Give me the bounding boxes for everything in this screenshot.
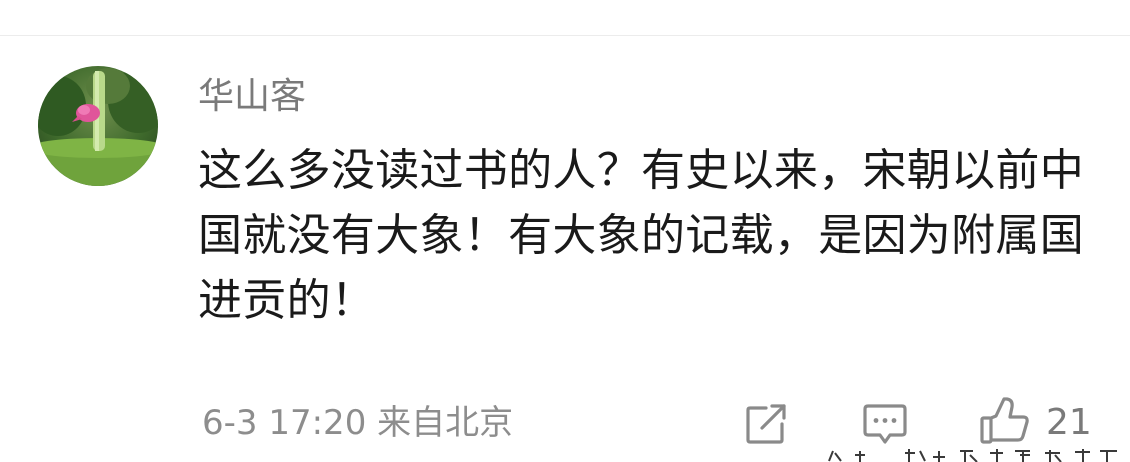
comment-icon	[863, 404, 907, 444]
avatar-image	[38, 66, 158, 186]
like-count: 21	[1046, 402, 1092, 443]
watermark-strokes	[828, 449, 1117, 462]
share-icon	[746, 404, 786, 444]
comment-meta: 6-3 17:20 来自北京	[202, 400, 513, 446]
comment-time: 6-3 17:20	[202, 403, 367, 443]
like-button[interactable]	[978, 396, 1030, 446]
top-divider	[0, 35, 1130, 36]
comment-text: 这么多没读过书的人？有史以来，宋朝以前中国就没有大象！有大象的记载，是因为附属国…	[198, 145, 1084, 326]
avatar[interactable]	[38, 66, 158, 186]
comment-location: 来自北京	[377, 403, 514, 443]
comment-button[interactable]	[862, 402, 908, 446]
thumbs-up-icon	[980, 397, 1029, 444]
username[interactable]: 华山客	[198, 72, 306, 122]
share-button[interactable]	[744, 402, 790, 446]
watermark-fragment	[825, 447, 1125, 462]
